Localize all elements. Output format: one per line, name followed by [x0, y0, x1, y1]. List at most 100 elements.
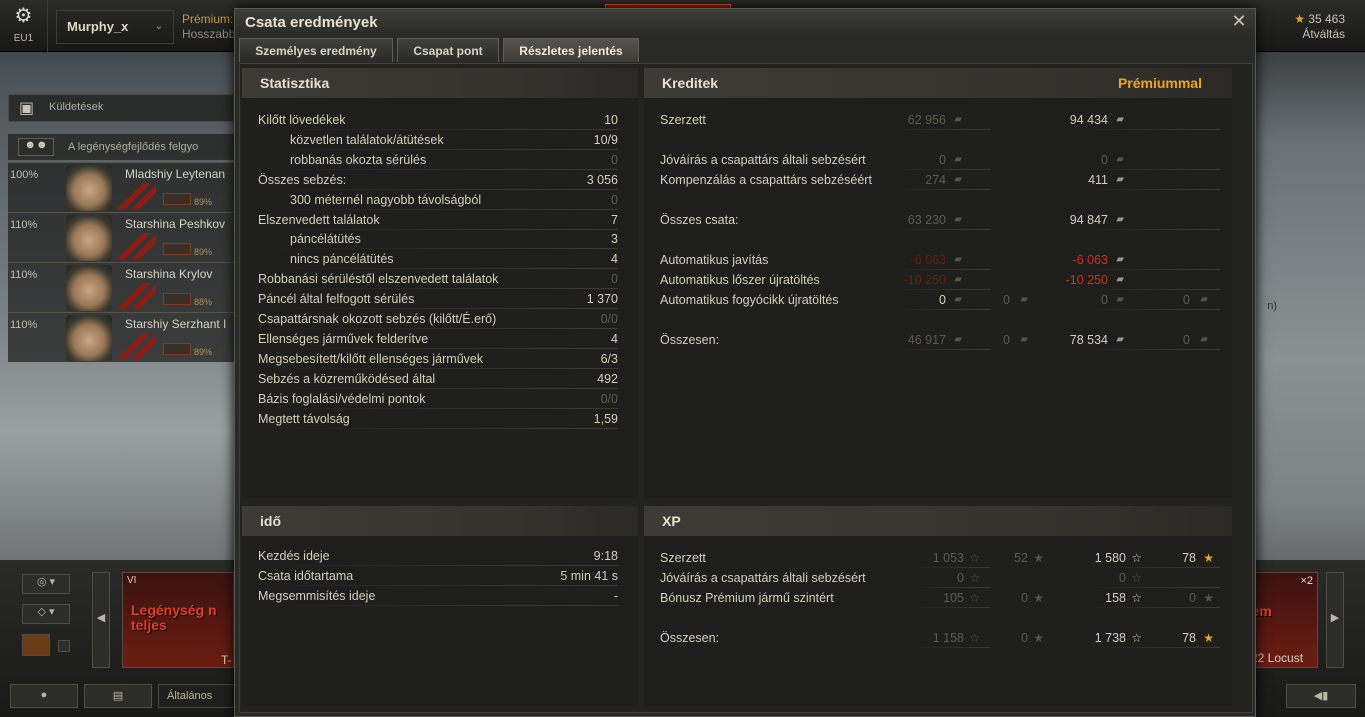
credit-standard-value: 46 917: [907, 333, 946, 347]
gold-standard-value: 0: [1003, 293, 1010, 307]
stat-label: nincs páncélátütés: [290, 252, 394, 267]
row-underline: [1080, 647, 1220, 648]
exchange-link[interactable]: Átváltás: [1294, 27, 1345, 42]
row-underline: [910, 647, 990, 648]
credit-standard-value: -10 250: [903, 273, 946, 287]
xp-star-icon: ☆: [969, 591, 980, 605]
xp-star-icon: ☆: [969, 571, 980, 585]
tab-personal-result[interactable]: Személyes eredmény: [239, 38, 393, 62]
stat-value: 10/9: [593, 132, 618, 147]
filter-checkbox[interactable]: [58, 640, 70, 652]
stat-row: közvetlen találatok/átütések 10/9: [258, 130, 618, 150]
stat-value: 4: [611, 252, 618, 267]
stat-row: Páncél által felfogott sérülés 1 370: [258, 289, 618, 310]
crew-member[interactable]: 100% Mladshiy Leytenan 89%: [8, 162, 234, 212]
crew-rank-stripes: [116, 283, 156, 309]
xp-label: Bónusz Prémium jármű szintért: [660, 591, 834, 605]
time-row: Megsemmisítés ideje -: [258, 586, 618, 606]
crew-qualification: 100%: [10, 169, 39, 181]
credit-label: Összes csata:: [660, 213, 739, 227]
row-underline: [258, 427, 618, 429]
credit-label: Összesen:: [660, 333, 720, 347]
gold-icon: ▰: [1200, 294, 1208, 305]
time-row: Csata időtartama 5 min 41 s: [258, 566, 618, 586]
row-underline: [258, 605, 618, 606]
credit-premium-value: 94 434: [1069, 113, 1108, 127]
credit-row: Automatikus javítás -6 063 ▰ -6 063 ▰: [660, 250, 1220, 270]
xp-standard-value: 0: [957, 571, 964, 585]
chevron-down-icon: ⌄: [154, 21, 163, 32]
globe-filter-button[interactable]: ◎ ▾: [22, 574, 70, 594]
carousel-left-arrow[interactable]: ◀: [92, 572, 110, 668]
credit-icon: ▰: [954, 114, 962, 125]
credit-standard-value: 62 956: [907, 113, 946, 127]
stat-value: 492: [597, 371, 618, 386]
crew-member[interactable]: 110% Starshiy Serzhant I 89%: [8, 312, 234, 362]
carousel-right-arrow[interactable]: ▶: [1326, 572, 1344, 668]
stat-row: Összes sebzés: 3 056: [258, 170, 618, 190]
xp-heading: XP: [644, 506, 1232, 536]
credit-premium-value: 0: [1101, 293, 1108, 307]
credit-row: Kompenzálás a csapattárs sebzéséért 274 ▰ 4…: [660, 170, 1220, 190]
xp-premium-value: 0: [1119, 571, 1126, 585]
gold-balance: ★ 35 463 Átváltás: [1294, 12, 1345, 42]
free-xp-premium-value: 0: [1189, 591, 1196, 605]
stat-value: 1 370: [586, 292, 618, 307]
credit-row: Automatikus lőszer újratöltés -10 250 ▰ -10…: [660, 270, 1220, 290]
vehicle-crew-status: Legénység n teljes: [131, 602, 217, 633]
stat-label: Kilőtt lövedékek: [258, 113, 346, 127]
side-fragment-text: n): [1267, 300, 1277, 312]
stat-value: 1,59: [593, 411, 618, 426]
settings-button[interactable]: ⚙ EU1: [0, 0, 48, 52]
credit-row: Összes csata: 63 230 ▰ 94 847 ▰: [660, 210, 1220, 230]
credit-icon: ▰: [954, 254, 962, 265]
nation-filter-button[interactable]: ◇ ▾: [22, 604, 70, 624]
tab-detailed-report[interactable]: Részletes jelentés: [503, 38, 639, 62]
crew-name: Starshiy Serzhant I: [125, 317, 227, 331]
contacts-button[interactable]: ●: [10, 684, 78, 708]
player-name-dropdown[interactable]: Murphy_x ⌄: [56, 10, 174, 44]
close-icon[interactable]: ✕: [1229, 11, 1249, 31]
crew-qualification: 110%: [10, 269, 38, 281]
credit-icon: ▰: [954, 214, 962, 225]
chat-button[interactable]: ▤: [84, 684, 152, 708]
crew-portrait: [66, 215, 112, 261]
credit-standard-value: 0: [939, 153, 946, 167]
crew-portrait: [66, 165, 112, 211]
credit-row: Jóváírás a csapattárs általi sebzésért 0 ▰…: [660, 150, 1220, 170]
stat-label: Robbanási sérüléstől elszenvedett talála…: [258, 272, 499, 287]
credit-row: Szerzett 62 956 ▰ 94 434 ▰: [660, 110, 1220, 130]
arrow-left-icon: ◀: [96, 612, 106, 624]
gold-premium-value: 0: [1183, 293, 1190, 307]
crew-portrait: [66, 265, 112, 311]
filter-tank-icon[interactable]: [22, 634, 50, 656]
stat-value: 7: [611, 212, 618, 227]
credit-icon: ▰: [1116, 114, 1124, 125]
row-underline: [1080, 349, 1220, 350]
premium-extend-link[interactable]: Hosszabb: [182, 27, 235, 42]
stat-row: robbanás okozta sérülés 0: [258, 150, 618, 170]
stat-value: 6/3: [600, 351, 618, 366]
vehicle-card[interactable]: VI Legénység n teljes T-: [122, 572, 234, 668]
chat-channel-input[interactable]: Általános: [158, 684, 238, 708]
detailed-report-panel: Statisztika Kilőtt lövedékek 10 közvetlen …: [239, 63, 1253, 713]
missions-button[interactable]: ▣ Küldetések: [8, 94, 234, 122]
row-underline: [1080, 309, 1220, 310]
crew-member[interactable]: 110% Starshina Peshkov 89%: [8, 212, 234, 262]
crew-member[interactable]: 110% Starshina Krylov 88%: [8, 262, 234, 312]
notifications-button[interactable]: ◀▮: [1286, 684, 1356, 708]
stat-label: Bázis foglalási/védelmi pontok: [258, 391, 426, 406]
row-underline: [890, 189, 990, 190]
crew-group-icon[interactable]: ☻☻: [18, 138, 54, 156]
stat-row: Megsebesített/kilőtt ellenséges járművek…: [258, 349, 618, 369]
vehicle-name-right: 22 Locust: [1251, 651, 1304, 665]
crew-qualification: 110%: [10, 319, 38, 331]
credit-row: Összesen: 46 917 ▰ 0 ▰ 78 534 ▰ 0 ▰: [660, 330, 1220, 350]
tank-type-icon: ◇ ▾: [37, 606, 55, 618]
premium-status[interactable]: Prémium: Hosszabb: [182, 12, 235, 42]
row-underline: [890, 349, 990, 350]
credit-label: Jóváírás a csapattárs általi sebzésért: [660, 153, 866, 167]
tab-team-score[interactable]: Csapat pont: [397, 38, 499, 62]
time-label: Csata időtartama: [258, 569, 354, 583]
stat-label: Csapattársnak okozott sebzés (kilőtt/É.e…: [258, 312, 497, 326]
